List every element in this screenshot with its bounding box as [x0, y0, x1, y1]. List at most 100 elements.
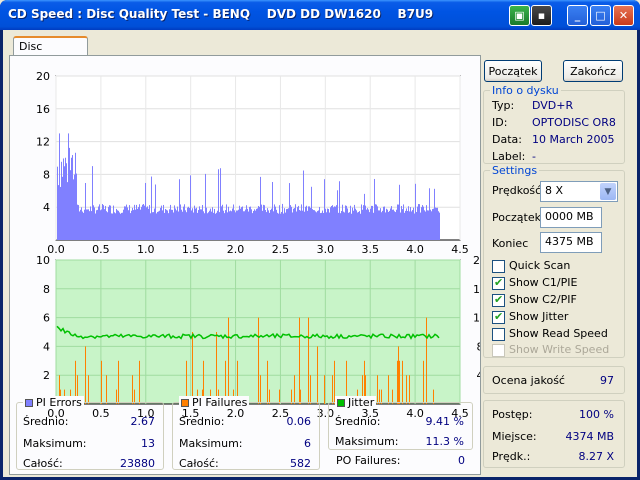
pi-failures-avg-value: 0.06: [286, 415, 312, 428]
pi-errors-bar: [80, 209, 81, 240]
pi-errors-bar: [119, 212, 120, 240]
show-read-speed-label: Show Read Speed: [509, 327, 608, 340]
pi-errors-bar: [214, 208, 215, 240]
pif-bar: [258, 317, 259, 404]
range-start-input[interactable]: 0000 MB: [540, 207, 602, 228]
show-pif-checkbox[interactable]: [492, 293, 505, 307]
pi-errors-bar: [236, 210, 237, 240]
pi-errors-bar: [108, 206, 109, 240]
pi-errors-bar: [240, 208, 241, 240]
pi-errors-chart: 481216200.0 0.5 1.0 1.5 2.0 2.5 3.0 3.5 4.0 4.5: [36, 70, 469, 256]
speed-select[interactable]: 8 X ▼: [540, 181, 618, 202]
pi-errors-bar: [198, 210, 199, 240]
disc-date-label: Data:: [492, 133, 522, 146]
pi-errors-bar: [163, 204, 164, 240]
pi-errors-bar: [298, 205, 299, 240]
show-write-speed-label: Show Write Speed: [509, 343, 610, 356]
exit-button[interactable]: Zakończ: [563, 60, 623, 82]
save-icon[interactable]: ▪: [531, 5, 552, 26]
pi-errors-swatch: [25, 399, 33, 407]
jitter-swatch: [337, 399, 345, 407]
pi-errors-bar: [384, 206, 385, 240]
pi-errors-bar: [60, 186, 61, 240]
pi-errors-bar: [435, 207, 436, 240]
disc-type-label: Typ:: [492, 99, 515, 112]
pi-errors-bar: [273, 211, 274, 240]
pi-errors-bar: [354, 204, 355, 240]
pi-errors-bar: [418, 204, 419, 240]
pi-failures-avg-label: Średnio:: [179, 415, 225, 428]
close-button[interactable]: ✕: [613, 5, 634, 26]
pi-errors-bar: [186, 212, 187, 240]
pi-errors-bar: [103, 205, 104, 240]
jitter-max-value: 11.3 %: [425, 435, 464, 448]
pi-errors-bar: [170, 204, 171, 240]
po-failures-value: 0: [458, 454, 465, 467]
pi-errors-bar: [131, 210, 132, 240]
pi-errors-bar: [194, 205, 195, 240]
pi-errors-bar: [303, 170, 304, 240]
pi-errors-bar: [129, 205, 130, 240]
pi-errors-bar: [110, 205, 111, 240]
pif-bar: [308, 317, 309, 404]
pi-errors-bar: [239, 205, 240, 240]
pi-errors-bar: [139, 204, 140, 240]
pi-errors-bar: [410, 207, 411, 240]
pi-errors-bar: [374, 178, 375, 240]
pi-errors-bar: [375, 204, 376, 240]
pi-errors-bar: [420, 212, 421, 240]
chevron-down-icon[interactable]: ▼: [600, 183, 616, 200]
copy-icon[interactable]: ▣: [509, 5, 530, 26]
pif-bar: [402, 360, 403, 404]
pi-errors-bar: [412, 210, 413, 240]
pi-errors-bar: [404, 212, 405, 240]
pi-errors-bar: [282, 203, 283, 240]
jitter-max-label: Maksimum:: [335, 435, 399, 448]
pi-errors-bar: [439, 212, 440, 240]
pi-errors-bar: [330, 207, 331, 240]
minimize-button[interactable]: _: [567, 5, 588, 26]
pi-errors-bar: [327, 208, 328, 240]
pi-errors-bar: [395, 212, 396, 240]
pi-errors-bar: [365, 205, 366, 240]
pi-errors-bar: [61, 161, 62, 240]
pi-errors-bar: [125, 206, 126, 240]
pi-errors-bar: [432, 209, 433, 240]
pi-errors-bar: [75, 152, 76, 240]
pi-errors-bar: [405, 210, 406, 240]
pi-errors-bar: [437, 207, 438, 240]
maximize-button[interactable]: □: [590, 5, 611, 26]
pi-errors-bar: [284, 208, 285, 240]
pi-errors-bar: [289, 183, 290, 240]
start-button[interactable]: Początek: [484, 60, 542, 82]
jitter-avg-label: Średnio:: [335, 415, 381, 428]
jitter-title: Jitter: [348, 396, 375, 409]
title-bar[interactable]: CD Speed : Disc Quality Test - BENQ DVD …: [0, 0, 640, 30]
range-end-input[interactable]: 4375 MB: [540, 232, 602, 253]
pi-errors-bar: [181, 209, 182, 240]
pi-errors-bar: [166, 209, 167, 240]
pi-errors-bar: [335, 206, 336, 240]
pi-errors-bar: [285, 212, 286, 240]
pi-errors-bar: [408, 206, 409, 240]
pi-errors-bar: [176, 210, 177, 240]
pi-errors-bar: [228, 206, 229, 240]
pi-errors-bar: [77, 204, 78, 240]
show-read-speed-checkbox[interactable]: [492, 328, 505, 341]
pi-errors-bar: [275, 206, 276, 240]
pi-errors-bar: [128, 210, 129, 240]
pi-errors-bar: [62, 176, 63, 240]
show-jitter-checkbox[interactable]: [492, 310, 505, 324]
quick-scan-checkbox[interactable]: [492, 260, 505, 273]
pi-errors-bar: [231, 211, 232, 240]
pi-errors-bar: [146, 207, 147, 240]
pi-errors-bar: [356, 210, 357, 240]
pi-errors-bar: [238, 209, 239, 240]
pi-errors-bar: [69, 147, 70, 240]
pi-errors-bar: [112, 213, 113, 240]
tab-disc-quality[interactable]: Disc Quality: [13, 36, 88, 66]
pi-errors-bar: [301, 204, 302, 240]
pi-errors-bar: [232, 208, 233, 240]
show-pie-checkbox[interactable]: [492, 276, 505, 290]
pi-errors-max-value: 13: [141, 437, 155, 450]
